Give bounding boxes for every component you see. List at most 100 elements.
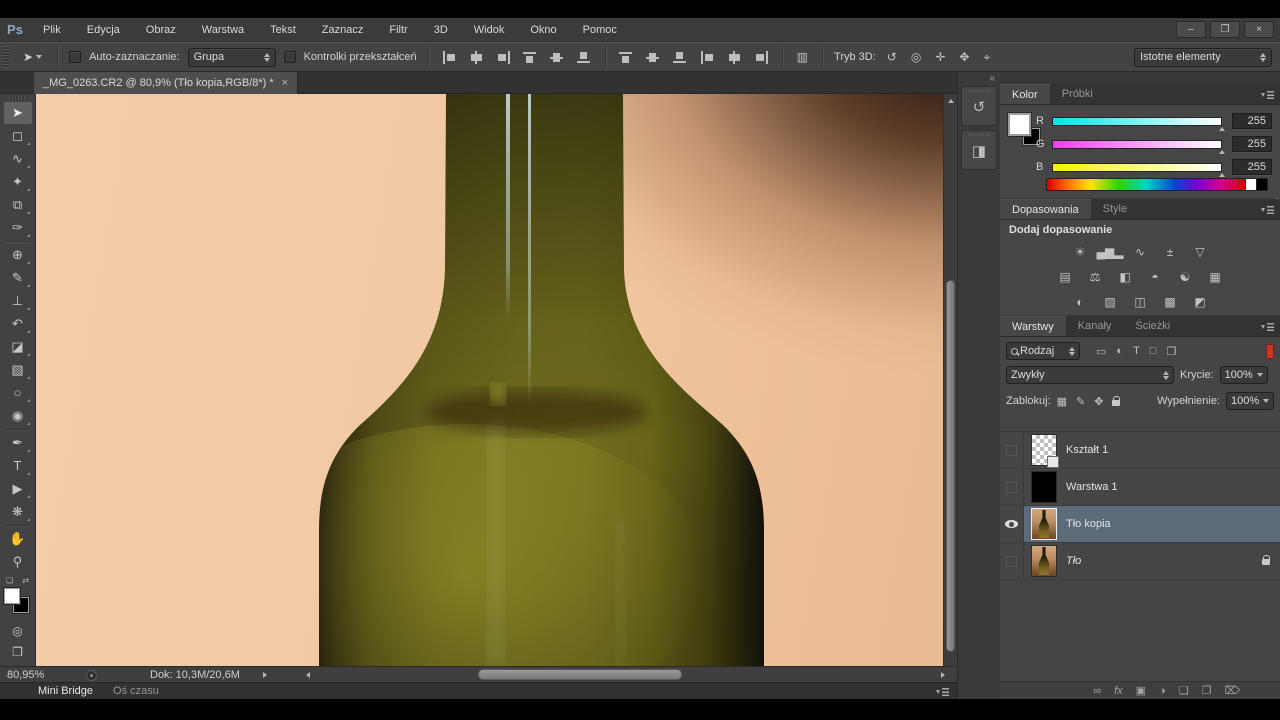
black-white-icon[interactable]: ◧ bbox=[1113, 267, 1137, 286]
menu-tekst[interactable]: Tekst bbox=[257, 18, 309, 42]
status-flyout-icon[interactable] bbox=[263, 672, 267, 678]
tab-sciezki[interactable]: Ścieżki bbox=[1123, 316, 1182, 336]
zoom-level-field[interactable]: 80,95% bbox=[7, 669, 44, 681]
layer-style-icon[interactable]: fx bbox=[1114, 685, 1123, 697]
visibility-cell[interactable] bbox=[1000, 506, 1024, 542]
posterize-icon[interactable]: ▨ bbox=[1098, 292, 1122, 311]
distribute-top-edges-icon[interactable] bbox=[618, 51, 634, 64]
threshold-icon[interactable]: ◫ bbox=[1128, 292, 1152, 311]
slider-marker-icon[interactable] bbox=[1219, 172, 1225, 177]
vertical-scrollbar-thumb[interactable] bbox=[946, 280, 955, 652]
invert-icon[interactable]: ◐ bbox=[1068, 292, 1092, 311]
blend-mode-dropdown[interactable]: Zwykły bbox=[1006, 366, 1174, 384]
exposure-icon[interactable]: ± bbox=[1158, 242, 1182, 261]
channel-mixer-icon[interactable]: ☯ bbox=[1173, 267, 1197, 286]
brush-tool[interactable]: ✎ bbox=[4, 267, 32, 289]
brightness-contrast-icon[interactable]: ☀ bbox=[1068, 242, 1092, 261]
distribute-bottom-edges-icon[interactable] bbox=[672, 51, 688, 64]
menu-warstwa[interactable]: Warstwa bbox=[189, 18, 257, 42]
restore-button[interactable]: ❐ bbox=[1210, 21, 1240, 38]
minimize-button[interactable]: – bbox=[1176, 21, 1206, 38]
default-colors-icon[interactable]: ❏ bbox=[6, 576, 13, 585]
layer-thumbnail[interactable] bbox=[1031, 471, 1057, 503]
properties-panel-button[interactable]: ◨ bbox=[961, 130, 997, 170]
visibility-cell[interactable] bbox=[1000, 469, 1024, 505]
fill-dropdown[interactable]: 100% bbox=[1226, 392, 1274, 410]
distribute-right-edges-icon[interactable] bbox=[754, 50, 769, 64]
scroll-left-icon[interactable] bbox=[306, 672, 310, 678]
clone-stamp-tool[interactable]: ⊥ bbox=[4, 290, 32, 312]
delete-layer-icon[interactable]: ⌦ bbox=[1224, 684, 1240, 697]
tab-warstwy[interactable]: Warstwy bbox=[1000, 316, 1066, 336]
color-spectrum-ramp[interactable] bbox=[1046, 178, 1246, 191]
slider-marker-icon[interactable] bbox=[1219, 149, 1225, 154]
link-layers-icon[interactable]: ∞ bbox=[1093, 685, 1101, 697]
quick-mask-button[interactable]: ◎ bbox=[4, 621, 32, 641]
tab-probki[interactable]: Próbki bbox=[1050, 84, 1105, 104]
lock-pixels-icon[interactable]: ✎ bbox=[1076, 395, 1085, 408]
visibility-cell[interactable] bbox=[1000, 432, 1024, 468]
align-horizontal-centers-icon[interactable] bbox=[469, 50, 484, 64]
tab-os-czasu[interactable]: Oś czasu bbox=[113, 685, 159, 697]
menu-filtr[interactable]: Filtr bbox=[376, 18, 420, 42]
hand-tool[interactable]: ✋ bbox=[4, 528, 32, 550]
green-value-field[interactable]: 255 bbox=[1232, 136, 1272, 152]
collapse-panels-icon[interactable]: « bbox=[989, 73, 995, 84]
layer-thumbnail[interactable] bbox=[1031, 508, 1057, 540]
scroll-right-icon[interactable] bbox=[941, 672, 945, 678]
panel-menu-icon[interactable] bbox=[1261, 91, 1274, 99]
slider-marker-icon[interactable] bbox=[1219, 126, 1225, 131]
panel-menu-icon[interactable] bbox=[936, 688, 949, 696]
current-tool-button[interactable]: ➤ bbox=[19, 48, 46, 66]
green-slider[interactable] bbox=[1052, 139, 1225, 154]
gradient-tool[interactable]: ▧ bbox=[4, 359, 32, 381]
blue-value-field[interactable]: 255 bbox=[1232, 159, 1272, 175]
crop-tool[interactable]: ⧉ bbox=[4, 194, 32, 216]
selective-color-icon[interactable]: ◩ bbox=[1188, 292, 1212, 311]
history-panel-button[interactable]: ↺ bbox=[961, 86, 997, 126]
scroll-up-icon[interactable] bbox=[948, 99, 954, 103]
3d-roll-icon[interactable]: ◎ bbox=[908, 50, 924, 64]
lock-transparency-icon[interactable]: ▦ bbox=[1057, 395, 1067, 408]
align-top-edges-icon[interactable] bbox=[522, 51, 538, 64]
eraser-tool[interactable]: ◪ bbox=[4, 336, 32, 358]
screen-mode-button[interactable]: ❐ bbox=[4, 642, 32, 662]
auto-select-checkbox[interactable] bbox=[69, 51, 82, 63]
eyedropper-tool[interactable]: ✑ bbox=[4, 217, 32, 239]
lock-position-icon[interactable]: ✥ bbox=[1094, 395, 1103, 408]
red-slider[interactable] bbox=[1052, 116, 1225, 131]
blur-tool[interactable]: ○ bbox=[4, 382, 32, 404]
foreground-color-swatch[interactable] bbox=[1008, 113, 1031, 136]
transform-controls-checkbox[interactable] bbox=[283, 51, 296, 63]
filter-pixel-layers-icon[interactable]: ▭ bbox=[1096, 345, 1106, 358]
document-canvas[interactable] bbox=[36, 94, 943, 666]
menu-edycja[interactable]: Edycja bbox=[74, 18, 133, 42]
gradient-map-icon[interactable]: ▩ bbox=[1158, 292, 1182, 311]
workspace-switcher[interactable]: Istotne elementy bbox=[1134, 47, 1272, 67]
levels-icon[interactable]: ▄▆▂ bbox=[1097, 242, 1124, 261]
hue-saturation-icon[interactable]: ▤ bbox=[1053, 267, 1077, 286]
3d-rotate-icon[interactable]: ↺ bbox=[884, 50, 900, 64]
menu-plik[interactable]: Plik bbox=[30, 18, 74, 42]
foreground-color-swatch[interactable] bbox=[4, 588, 20, 604]
tab-style[interactable]: Style bbox=[1091, 199, 1139, 219]
opacity-dropdown[interactable]: 100% bbox=[1219, 366, 1268, 384]
layer-row-warstwa1[interactable]: Warstwa 1 bbox=[1000, 469, 1280, 506]
filter-type-layers-icon[interactable]: T bbox=[1133, 345, 1140, 358]
pen-tool[interactable]: ✒ bbox=[4, 432, 32, 454]
menu-obraz[interactable]: Obraz bbox=[133, 18, 189, 42]
lock-all-icon[interactable] bbox=[1112, 396, 1121, 406]
3d-slide-icon[interactable]: ✥ bbox=[956, 50, 972, 64]
path-selection-tool[interactable]: ▶ bbox=[4, 478, 32, 500]
add-layer-mask-icon[interactable]: ▣ bbox=[1136, 684, 1146, 697]
layer-row-tlo-kopia[interactable]: Tło kopia bbox=[1000, 506, 1280, 543]
zoom-tool[interactable]: ⚲ bbox=[4, 551, 32, 573]
tab-kolor[interactable]: Kolor bbox=[1000, 84, 1050, 104]
healing-brush-tool[interactable]: ⊕ bbox=[4, 244, 32, 266]
quick-selection-tool[interactable]: ✦ bbox=[4, 171, 32, 193]
layer-thumbnail[interactable] bbox=[1031, 434, 1059, 468]
align-left-edges-icon[interactable] bbox=[442, 50, 457, 64]
filtering-toggle[interactable] bbox=[1266, 343, 1274, 359]
new-layer-icon[interactable]: ❐ bbox=[1202, 684, 1212, 697]
close-button[interactable]: × bbox=[1244, 21, 1274, 38]
